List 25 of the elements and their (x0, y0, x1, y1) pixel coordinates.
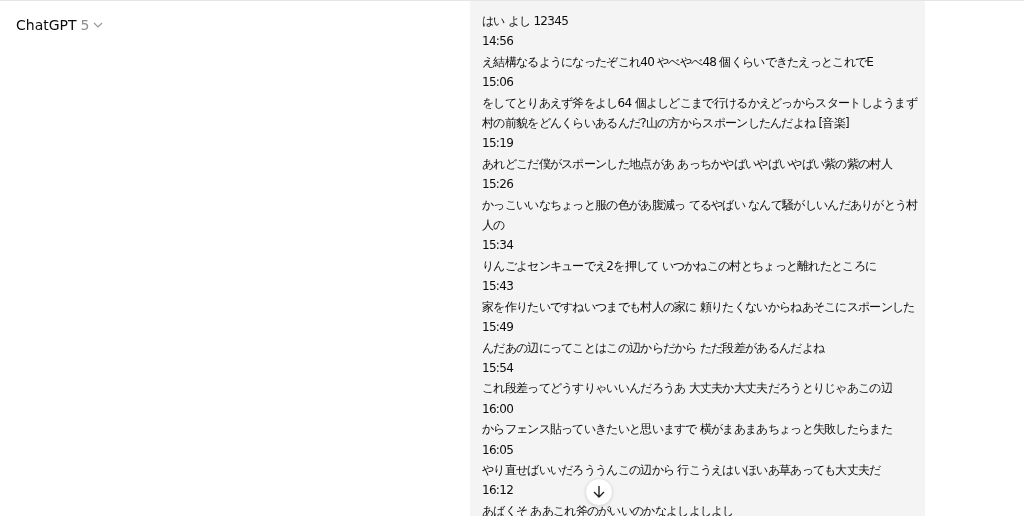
transcript-line: りんごよセンキューでえ2を押して いつかねこの村とちょっと離れたところに (482, 257, 878, 275)
model-name[interactable]: ChatGPT (16, 17, 77, 33)
timestamp: 16:00 (482, 400, 514, 418)
transcript-line: やり直せばいいだろううんこの辺から 行こうえはいほいあ草あっても大丈夫だ (482, 461, 882, 479)
timestamp: 16:05 (482, 441, 514, 459)
arrow-down-icon (593, 485, 605, 499)
transcript-line: からフェンス貼っていきたいと思いますで 横がまあまあちょっと失敗したらまた (482, 421, 893, 439)
timestamp: 15:26 (482, 176, 514, 194)
transcript-line: 家を作りたいですねいつまでも村人の家に 頼りたくないからねあそこにスポーンした (482, 298, 916, 316)
timestamp: 15:54 (482, 359, 514, 377)
transcript-line: をしてとりあえず斧をよし64 個よしどこまで行けるかえどっからスタートしようまず村の前貌をどんくらいあるんだ?山の方からスポーンしたんだよね [音楽] (482, 94, 919, 133)
transcript-line: はい よし 12345 (482, 13, 570, 30)
timestamp: 15:49 (482, 319, 514, 337)
transcript-line: あれどこだ僕がスポーンした地点があ あっちかやばいやばいやばい紫の紫の村人 (482, 155, 894, 173)
transcript-line: え結構なるようになったぞこれ40 やべやべ48 個くらいできたえっとこれでE (482, 53, 875, 71)
transcript-line: これ段差ってどうすりゃいいんだろうあ 大丈夫か大丈夫だろうとりじゃあこの辺 (482, 380, 893, 398)
chevron-down-icon[interactable] (93, 22, 104, 28)
transcript-line: かっこいいなちょっと服の色があ腹減っ てるやばい なんて騒がしいんだありがとう村人の (482, 196, 919, 235)
timestamp: 15:19 (482, 135, 514, 153)
timestamp: 14:56 (482, 33, 514, 51)
timestamp: 16:12 (482, 482, 514, 500)
timestamp: 15:06 (482, 74, 514, 92)
timestamp: 15:43 (482, 278, 514, 296)
transcript-line: んだあの辺にってことはこの辺からだから ただ段差があるんだよね (482, 339, 826, 357)
timestamp: 15:34 (482, 237, 514, 255)
